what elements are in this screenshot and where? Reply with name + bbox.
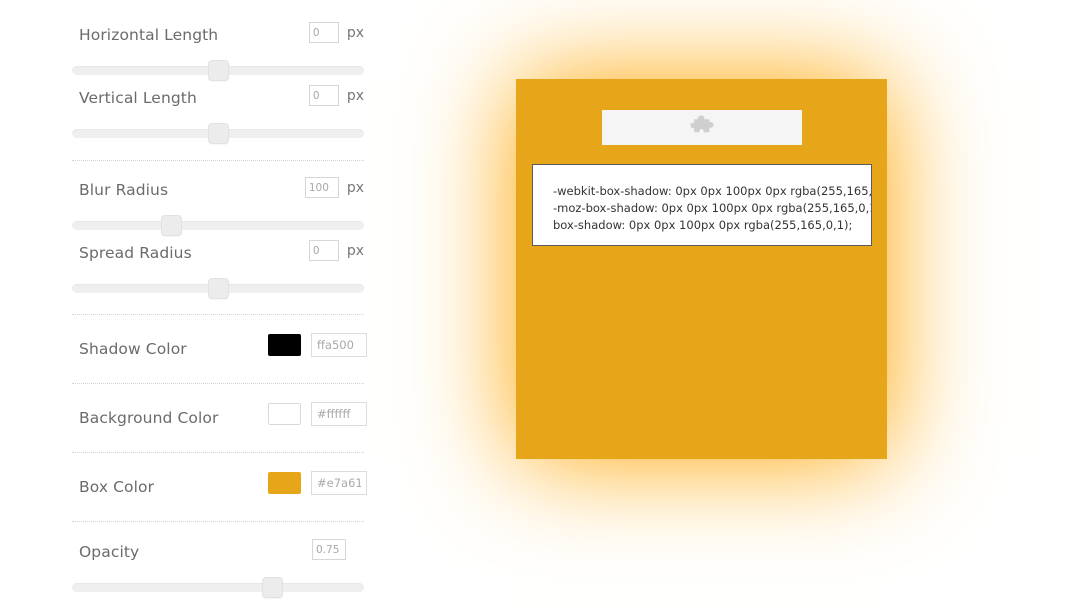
slider-thumb[interactable] xyxy=(261,577,283,598)
blur-radius-slider[interactable] xyxy=(72,215,364,236)
control-spread-radius: Spread Radius px xyxy=(72,240,364,299)
row-header: Vertical Length px xyxy=(72,85,364,117)
opacity-value-wrap xyxy=(312,539,364,560)
vertical-length-slider[interactable] xyxy=(72,123,364,144)
horizontal-length-input[interactable] xyxy=(308,22,339,43)
control-opacity: Opacity xyxy=(72,539,364,598)
control-horizontal-length: Horizontal Length px xyxy=(72,22,364,81)
horizontal-length-unit: px xyxy=(346,24,364,41)
opacity-label: Opacity xyxy=(79,543,140,561)
separator xyxy=(72,452,364,453)
slider-thumb[interactable] xyxy=(207,123,229,144)
control-shadow-color: Shadow Color xyxy=(72,333,367,372)
vertical-length-label: Vertical Length xyxy=(79,89,197,107)
row-header: Blur Radius px xyxy=(72,177,364,209)
spread-radius-label: Spread Radius xyxy=(79,244,192,262)
spread-radius-value-wrap: px xyxy=(308,240,364,261)
spread-radius-unit: px xyxy=(346,242,364,259)
row-header: Horizontal Length px xyxy=(72,22,364,54)
plugin-placeholder[interactable] xyxy=(602,110,802,145)
preview-panel: -webkit-box-shadow: 0px 0px 100px 0px rg… xyxy=(400,0,1075,611)
slider-thumb[interactable] xyxy=(207,278,229,299)
separator xyxy=(72,160,364,161)
blur-radius-input[interactable] xyxy=(304,177,339,198)
row-header: Opacity xyxy=(72,539,364,571)
row-header: Spread Radius px xyxy=(72,240,364,272)
box-color-swatch[interactable] xyxy=(268,472,301,494)
background-color-label: Background Color xyxy=(79,409,219,427)
separator xyxy=(72,383,364,384)
control-blur-radius: Blur Radius px xyxy=(72,177,364,236)
blur-radius-unit: px xyxy=(346,179,364,196)
vertical-length-unit: px xyxy=(346,87,364,104)
box-shadow-generator-page: Horizontal Length px Vertical Length px xyxy=(0,0,1075,611)
blur-radius-value-wrap: px xyxy=(304,177,364,198)
shadow-color-input[interactable] xyxy=(311,333,367,357)
slider-track[interactable] xyxy=(72,221,364,230)
vertical-length-input[interactable] xyxy=(308,85,339,106)
shadow-color-label: Shadow Color xyxy=(79,340,187,358)
shadow-color-swatch[interactable] xyxy=(268,334,301,356)
slider-thumb[interactable] xyxy=(161,215,183,236)
slider-thumb[interactable] xyxy=(207,60,229,81)
opacity-slider[interactable] xyxy=(72,577,364,598)
shadow-preview-box: -webkit-box-shadow: 0px 0px 100px 0px rg… xyxy=(516,79,887,459)
blur-radius-label: Blur Radius xyxy=(79,181,169,199)
vertical-length-value-wrap: px xyxy=(308,85,364,106)
control-vertical-length: Vertical Length px xyxy=(72,85,364,144)
background-color-input[interactable] xyxy=(311,402,367,426)
horizontal-length-slider[interactable] xyxy=(72,60,364,81)
control-background-color: Background Color xyxy=(72,402,367,441)
opacity-input[interactable] xyxy=(312,539,346,560)
slider-track[interactable] xyxy=(72,583,364,592)
css-output-box[interactable]: -webkit-box-shadow: 0px 0px 100px 0px rg… xyxy=(532,164,872,246)
spread-radius-slider[interactable] xyxy=(72,278,364,299)
control-box-color: Box Color xyxy=(72,471,367,510)
puzzle-piece-icon xyxy=(690,115,714,132)
horizontal-length-label: Horizontal Length xyxy=(79,26,219,44)
spread-radius-input[interactable] xyxy=(308,240,339,261)
separator xyxy=(72,314,364,315)
controls-panel: Horizontal Length px Vertical Length px xyxy=(0,0,400,611)
horizontal-length-value-wrap: px xyxy=(308,22,364,43)
box-color-label: Box Color xyxy=(79,478,155,496)
separator xyxy=(72,521,364,522)
box-color-input[interactable] xyxy=(311,471,367,495)
background-color-swatch[interactable] xyxy=(268,403,301,425)
